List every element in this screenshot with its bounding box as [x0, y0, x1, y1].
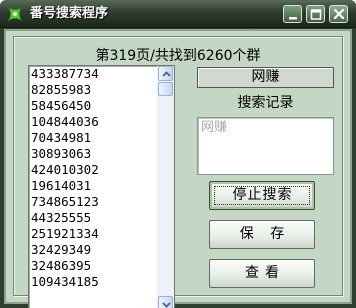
scroll-down-button[interactable]: [158, 296, 173, 308]
close-icon: [333, 8, 345, 20]
save-button[interactable]: 保 存: [209, 220, 315, 249]
list-item[interactable]: 70434981: [29, 130, 154, 146]
view-label: 查看: [245, 265, 285, 281]
window-title: 番号搜索程序: [30, 6, 109, 21]
scroll-thumb[interactable]: [158, 82, 173, 96]
app-window: 番号搜索程序 第319页/共找到6260个群 433387734 8285598…: [0, 0, 356, 308]
results-scrollbar[interactable]: [157, 66, 174, 308]
list-item[interactable]: 251921334: [29, 226, 154, 242]
list-item[interactable]: 30893063: [29, 146, 154, 162]
list-item[interactable]: 424010302: [29, 162, 154, 178]
keyword-field[interactable]: 网赚: [197, 67, 334, 88]
list-item[interactable]: 433387734: [29, 66, 154, 82]
list-item[interactable]: 32429349: [29, 242, 154, 258]
search-history-label: 搜索记录: [237, 95, 294, 111]
list-item[interactable]: 104844036: [29, 114, 154, 130]
close-button[interactable]: [329, 5, 348, 23]
scroll-up-button[interactable]: [158, 66, 173, 81]
x-logo-icon: [6, 5, 24, 23]
list-item[interactable]: 19614031: [29, 178, 154, 194]
list-item[interactable]: 44325555: [29, 210, 154, 226]
stop-search-button[interactable]: 停止搜索: [209, 181, 315, 210]
maximize-icon: [310, 9, 322, 20]
title-bar[interactable]: 番号搜索程序: [0, 0, 356, 28]
minimize-icon: [289, 17, 297, 20]
search-history-box[interactable]: 网赚: [197, 117, 334, 175]
status-text: 第319页/共找到6260个群: [95, 48, 261, 64]
list-item[interactable]: 82855983: [29, 82, 154, 98]
results-list[interactable]: 433387734 82855983 58456450 104844036 70…: [28, 65, 175, 308]
results-items: 433387734 82855983 58456450 104844036 70…: [29, 66, 154, 290]
maximize-button[interactable]: [306, 5, 325, 23]
minimize-button[interactable]: [283, 5, 302, 23]
chevron-down-icon: [162, 302, 171, 308]
view-button[interactable]: 查看: [209, 259, 315, 288]
list-item[interactable]: 32486395: [29, 258, 154, 274]
save-label: 保 存: [239, 226, 291, 242]
list-item[interactable]: 58456450: [29, 98, 154, 114]
list-item[interactable]: 109434185: [29, 274, 154, 290]
client-area: 第319页/共找到6260个群 433387734 82855983 58456…: [4, 29, 352, 308]
focus-ring: [214, 186, 310, 205]
chevron-up-icon: [162, 71, 171, 77]
list-item[interactable]: 734865123: [29, 194, 154, 210]
